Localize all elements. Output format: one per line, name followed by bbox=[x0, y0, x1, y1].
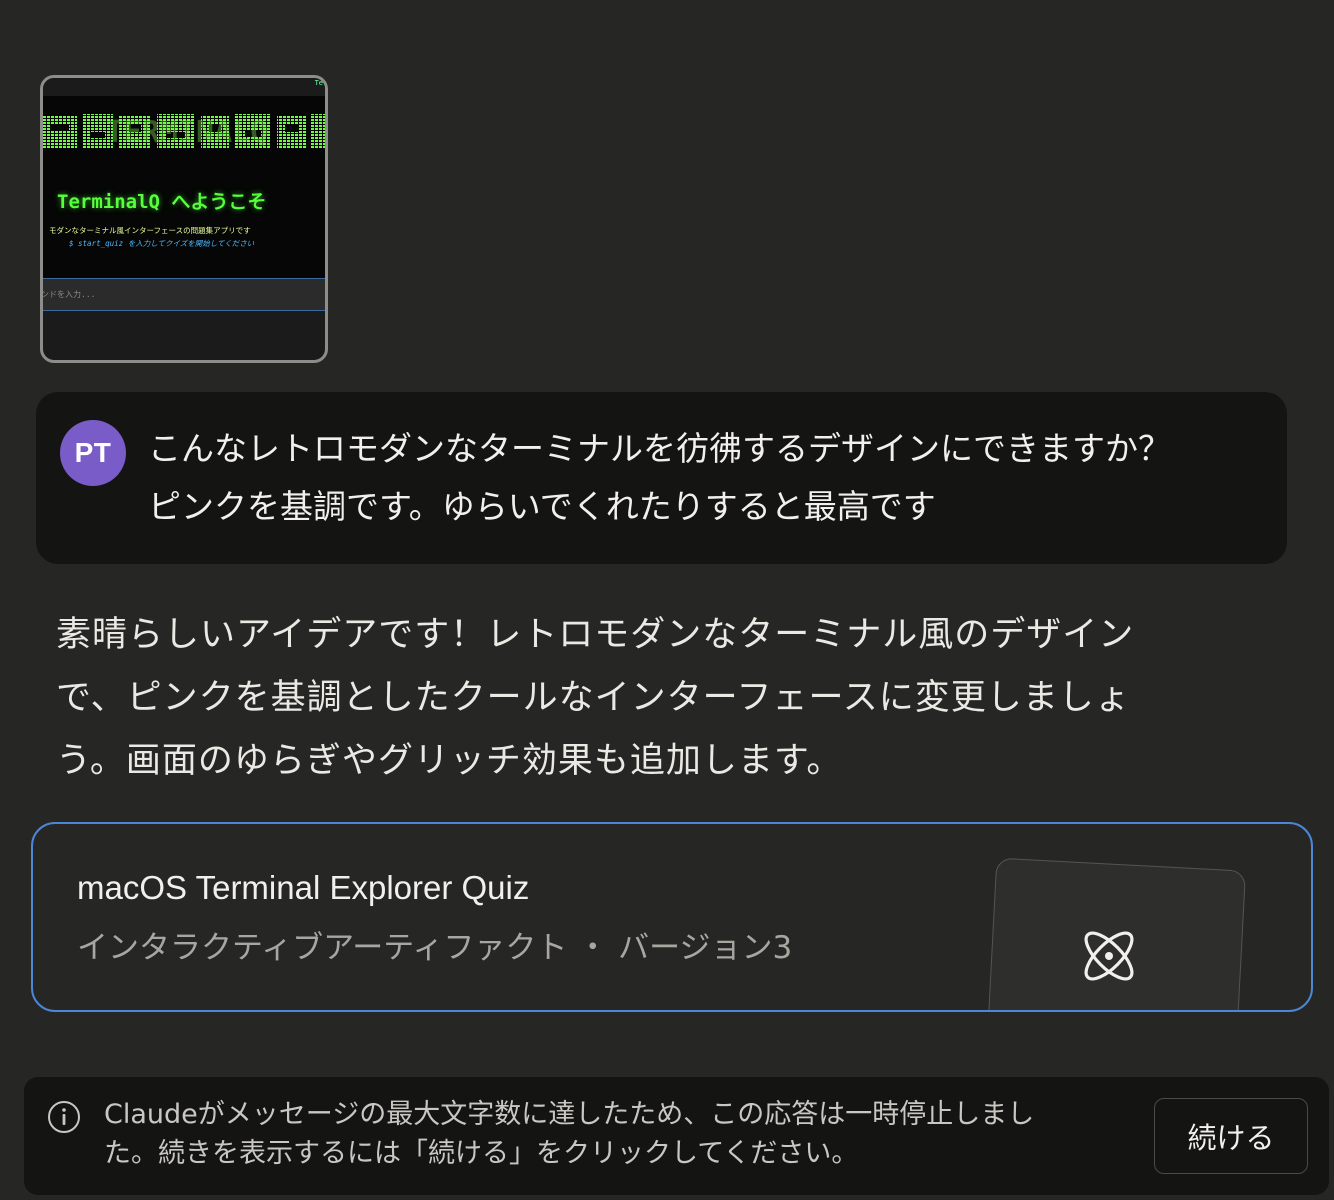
pause-notice-line: た。続きを表示するには「続ける」をクリックしてください。 bbox=[104, 1138, 859, 1169]
thumbnail-titlebar: Te bbox=[43, 78, 325, 96]
user-message-line: ピンクを基調です。ゆらいでくれたりすると最高です bbox=[148, 487, 936, 526]
thumbnail-subtitle: モダンなターミナル風インターフェースの問題集アプリです bbox=[49, 226, 251, 235]
thumbnail-corner-text: Te bbox=[314, 79, 323, 87]
user-message: PT こんなレトロモダンなターミナルを彷彿するデザインにできますか？ ピンクを基… bbox=[36, 392, 1287, 564]
assistant-reply-line: う。画面のゆらぎやグリッチ効果も追加します。 bbox=[56, 741, 843, 781]
artifact-title: macOS Terminal Explorer Quiz bbox=[77, 869, 530, 906]
continue-button[interactable]: 続ける bbox=[1154, 1098, 1308, 1174]
attachment-thumbnail[interactable]: Te TERMINALQ TerminalQ へようこそ モダンなターミナル風イ… bbox=[40, 75, 328, 363]
svg-text:TERMINALQ: TERMINALQ bbox=[106, 115, 269, 150]
artifact-subtitle: インタラクティブアーティファクト ・ バージョン3 bbox=[77, 930, 793, 966]
user-message-text: こんなレトロモダンなターミナルを彷彿するデザインにできますか？ ピンクを基調です… bbox=[148, 420, 1258, 536]
info-icon bbox=[48, 1101, 80, 1133]
thumbnail-hint: $ start_quiz を入力してクイズを開始してください bbox=[69, 239, 255, 248]
pause-notice-line: Claudeがメッセージの最大文字数に達したため、この応答は一時停止しまし bbox=[104, 1099, 1035, 1130]
thumbnail-input-placeholder: ンドを入力... bbox=[41, 290, 96, 299]
pause-notice-text: Claudeがメッセージの最大文字数に達したため、この応答は一時停止しまし た。… bbox=[104, 1095, 1084, 1173]
assistant-reply-line: で、ピンクを基調としたクールなインターフェースに変更しましょ bbox=[56, 678, 1131, 718]
atom-icon bbox=[1084, 931, 1134, 981]
ascii-banner: TERMINALQ bbox=[43, 114, 325, 150]
avatar[interactable]: PT bbox=[60, 420, 126, 486]
artifact-card[interactable]: macOS Terminal Explorer Quiz インタラクティブアーテ… bbox=[31, 822, 1313, 1012]
assistant-reply: 素晴らしいアイデアです！レトロモダンなターミナル風のデザイン で、ピンクを基調と… bbox=[56, 604, 1196, 793]
assistant-reply-line: 素晴らしいアイデアです！レトロモダンなターミナル風のデザイン bbox=[56, 615, 1135, 655]
thumbnail-command-input: ンドを入力... bbox=[41, 278, 325, 311]
thumbnail-terminal-screen: TERMINALQ TerminalQ へようこそ モダンなターミナル風インター… bbox=[43, 96, 325, 278]
user-message-line: こんなレトロモダンなターミナルを彷彿するデザインにできますか？ bbox=[148, 429, 1171, 468]
thumbnail-welcome-title: TerminalQ へようこそ bbox=[57, 191, 267, 213]
pause-notice: Claudeがメッセージの最大文字数に達したため、この応答は一時停止しまし た。… bbox=[24, 1077, 1329, 1195]
